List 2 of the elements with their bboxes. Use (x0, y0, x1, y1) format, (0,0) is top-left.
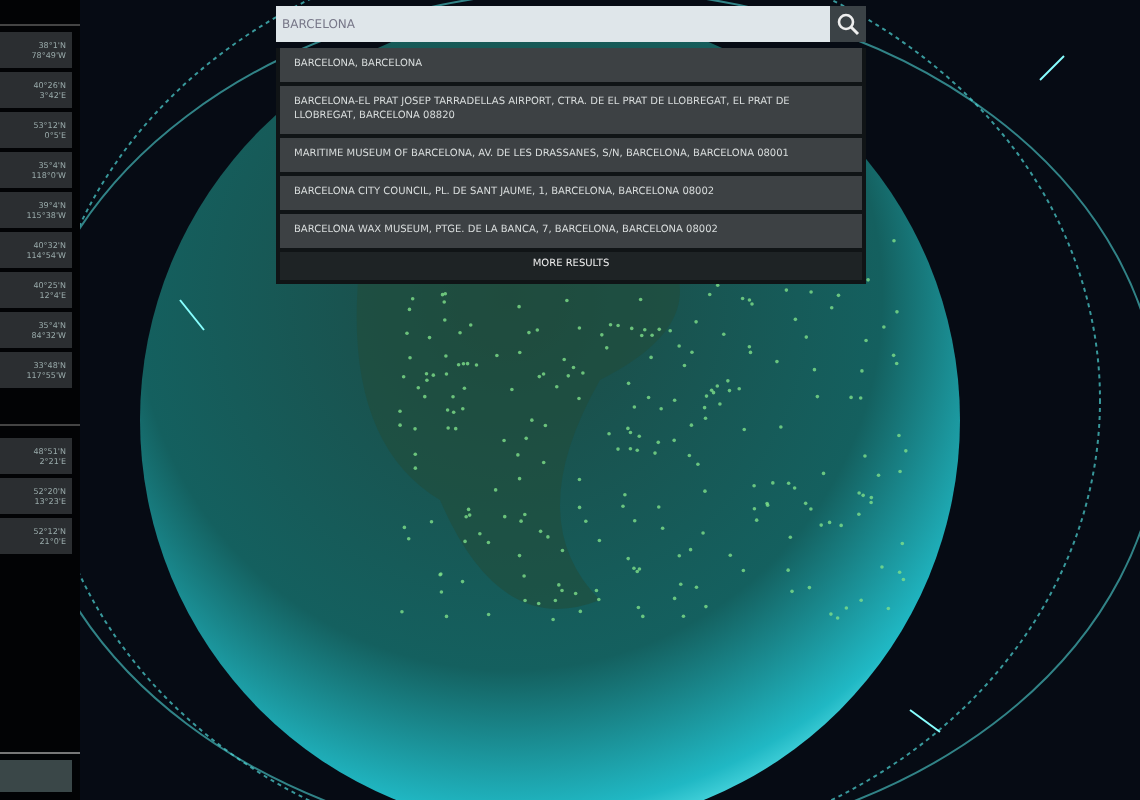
search-button[interactable] (830, 6, 866, 42)
search-icon (836, 12, 860, 36)
